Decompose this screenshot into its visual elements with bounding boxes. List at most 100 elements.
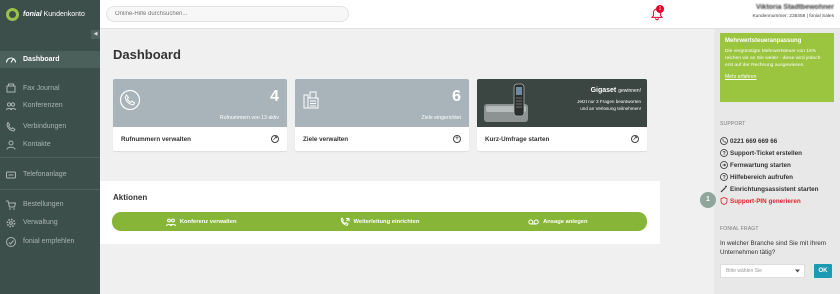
sidebar-item-kontakte[interactable]: Kontakte [0, 136, 100, 153]
ok-button[interactable]: OK [814, 264, 832, 278]
gigaset-phone-image [484, 83, 528, 122]
user-menu[interactable]: Viktoria Stadtbewohner Kundennummer: 235… [752, 4, 834, 19]
sidebar-item-verbindungen[interactable]: Verbindungen [0, 118, 100, 135]
button-label: Weiterleitung einrichten [353, 218, 420, 225]
chevron-down-icon [795, 269, 800, 273]
support-item-label: 0221 669 669 66 [730, 137, 778, 145]
step-badge: 1 [700, 192, 716, 208]
sidebar-item-telefonanlage[interactable]: Telefonanlage [0, 166, 100, 183]
sidebar: ◀ [0, 29, 100, 294]
aktionen-title: Aktionen [113, 193, 148, 202]
svg-text:?: ? [723, 151, 726, 157]
card-ziele[interactable]: 6 Ziele eingerichtet Ziele verwalten + [295, 79, 469, 151]
branche-select[interactable]: Bitte wählen Sie [720, 264, 805, 278]
fax-machine-icon [303, 91, 319, 109]
collapse-sidebar-icon[interactable]: ◀ [91, 30, 100, 39]
gigaset-brand: Gigaset gewinnen! [590, 87, 641, 94]
support-ticket-link[interactable]: ? Support-Ticket erstellen [720, 149, 802, 157]
arrow-circle-icon[interactable]: ↗ [271, 135, 279, 143]
fonial-fragt-label: FONIAL FRAGT [720, 226, 759, 232]
support-label: SUPPORT [720, 121, 746, 127]
sidebar-item-dashboard[interactable]: Dashboard [0, 51, 100, 68]
mwst-text: Die vergünstigte Mehrwertsteuer von 16% … [725, 49, 821, 69]
einrichtungsassistent-link[interactable]: Einrichtungsassistent starten [720, 185, 819, 193]
konferenz-button[interactable]: Konferenz verwalten [112, 217, 290, 227]
card-link-label: Rufnummern verwalten [121, 135, 191, 143]
logo-ring-icon [6, 8, 19, 21]
cart-icon [6, 200, 17, 210]
sidebar-item-label: Verbindungen [23, 123, 67, 130]
gigaset-text: Jetzt nur 3 Fragen beantworten und an Ver… [577, 99, 641, 111]
card-footer[interactable]: Ziele verwalten + [295, 127, 469, 151]
sidebar-item-verwaltung[interactable]: Verwaltung [0, 214, 100, 231]
arrow-circle-icon[interactable]: ↗ [631, 135, 639, 143]
sidebar-item-label: Kontakte [23, 141, 51, 148]
sidebar-item-label: Verwaltung [23, 219, 58, 226]
card-rufnummern[interactable]: 4 Rufnummern von 13 aktiv Rufnummern ver… [113, 79, 287, 151]
shield-icon [720, 197, 728, 205]
sidebar-divider [0, 157, 100, 158]
magic-wand-icon [720, 185, 727, 193]
sidebar-item-label: Telefonanlage [23, 171, 67, 178]
gear-icon [6, 218, 16, 227]
fernwartung-link[interactable]: Fernwartung starten [720, 161, 791, 169]
mwst-notice: Mehrwertsteueranpassung Die vergünstigte… [720, 33, 834, 102]
card-number: 6 [452, 88, 461, 105]
card-gigaset[interactable]: Gigaset gewinnen! Jetzt nur 3 Fragen bea… [477, 79, 647, 151]
weiterleitung-button[interactable]: Weiterleitung einrichten [290, 216, 468, 227]
mehr-erfahren-link[interactable]: Mehr erfahren [725, 74, 829, 80]
button-label: Konferenz verwalten [179, 218, 237, 225]
mwst-title: Mehrwertsteueranpassung [725, 38, 802, 44]
pbx-icon [6, 171, 16, 178]
ansage-button[interactable]: Ansage anlegen [469, 218, 647, 226]
svg-text:?: ? [723, 175, 726, 181]
arrow-right-icon [720, 161, 728, 169]
support-item-label: Einrichtungsassistent starten [730, 185, 819, 193]
card-subtitle: Ziele eingerichtet [421, 115, 461, 121]
phone-circle-icon [119, 89, 141, 111]
support-phone[interactable]: 0221 669 669 66 [720, 137, 777, 145]
card-footer[interactable]: Rufnummern verwalten ↗ [113, 127, 287, 151]
card-link-label: Kurz-Umfrage starten [485, 135, 550, 143]
support-item-label: Fernwartung starten [730, 161, 791, 169]
select-value: Bitte wählen Sie [726, 268, 762, 274]
sidebar-item-label: Dashboard [23, 56, 60, 63]
question-icon: ? [720, 173, 728, 181]
card-number: 4 [270, 88, 279, 105]
sidebar-divider [0, 189, 100, 190]
button-label: Ansage anlegen [543, 218, 588, 225]
card-footer[interactable]: Kurz-Umfrage starten ↗ [477, 127, 647, 151]
sidebar-item-label: Bestellungen [23, 201, 64, 208]
phone-icon [720, 137, 728, 145]
logo-text: fonial Kundenkonto [23, 11, 85, 18]
customer-number: Kundennummer: 235458 | fonial Sales [752, 14, 834, 19]
search-input[interactable] [106, 6, 349, 22]
sidebar-item-label: fonial empfehlen [23, 238, 75, 245]
support-item-label: Support-Ticket erstellen [730, 149, 802, 157]
sidebar-item-fax-journal[interactable]: Fax Journal [0, 80, 100, 97]
aktionen-panel: Aktionen Konferenz verwalten Weiterleitu… [100, 181, 660, 244]
sidebar-item-fonial-empfehlen[interactable]: fonial empfehlen [0, 233, 100, 250]
plus-circle-icon[interactable]: + [453, 135, 461, 143]
user-name: Viktoria Stadtbewohner [755, 4, 834, 11]
gauge-icon [5, 56, 17, 63]
question-icon: ? [720, 149, 728, 157]
card-header: 4 Rufnummern von 13 aktiv [113, 79, 287, 127]
phone-forward-icon [340, 216, 350, 226]
notification-badge: 1 [656, 5, 664, 13]
survey-question: In welcher Branche sind Sie mit Ihrem Un… [720, 240, 827, 256]
card-link-label: Ziele verwalten [303, 135, 349, 143]
support-pin-link[interactable]: Support-PIN generieren [720, 197, 801, 205]
card-header: 6 Ziele eingerichtet [295, 79, 469, 127]
conference-icon [165, 218, 176, 226]
sidebar-item-bestellungen[interactable]: Bestellungen [0, 196, 100, 213]
recommend-icon [6, 236, 16, 247]
fax-icon [6, 83, 16, 92]
fonial-logo[interactable]: fonial Kundenkonto [0, 0, 100, 29]
card-header: Gigaset gewinnen! Jetzt nur 3 Fragen bea… [477, 79, 647, 127]
voicemail-icon [528, 219, 539, 224]
hilfebereich-link[interactable]: ? Hilfebereich aufrufen [720, 173, 793, 181]
actions-bar: Konferenz verwalten Weiterleitung einric… [112, 212, 647, 231]
sidebar-item-konferenzen[interactable]: Konferenzen [0, 97, 100, 114]
sidebar-item-label: Fax Journal [23, 85, 60, 92]
